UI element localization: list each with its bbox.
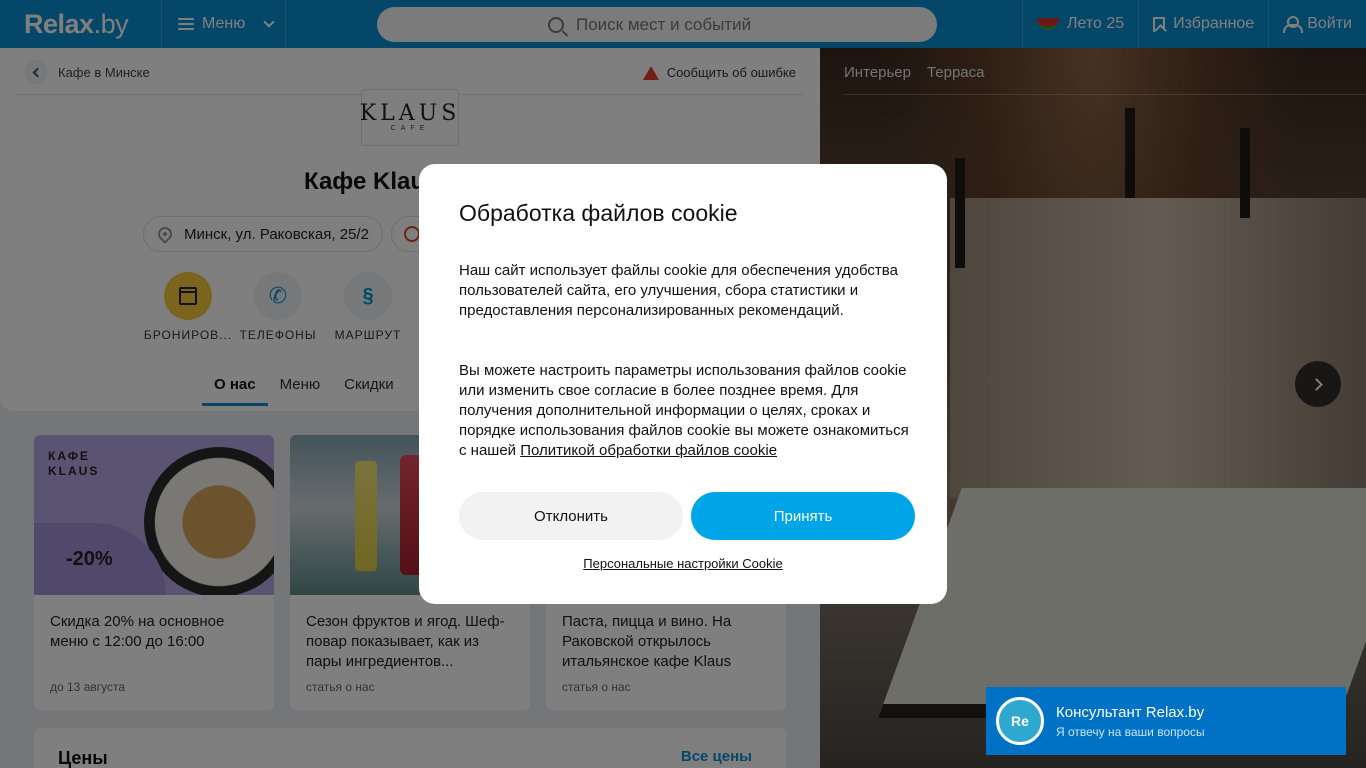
consultant-widget[interactable]: Re Консультант Relax.by Я отвечу на ваши… [986,687,1346,755]
consultant-texts: Консультант Relax.by Я отвечу на ваши во… [1056,704,1205,739]
cookie-paragraph-2: Вы можете настроить параметры использова… [459,361,909,461]
consultant-avatar: Re [996,697,1044,745]
cookie-modal-title: Обработка файлов cookie [459,200,738,226]
cookie-paragraph-1: Наш сайт использует файлы cookie для обе… [459,262,898,319]
accept-button[interactable]: Принять [691,492,915,540]
cookie-modal: Обработка файлов cookie Наш сайт использ… [419,164,947,604]
cookie-policy-link[interactable]: Политикой обработки файлов cookie [520,442,777,459]
consultant-subtitle: Я отвечу на ваши вопросы [1056,724,1205,739]
cookie-settings-link[interactable]: Персональные настройки Cookie [419,556,947,571]
consultant-title: Консультант Relax.by [1056,703,1205,721]
decline-button[interactable]: Отклонить [459,492,683,540]
